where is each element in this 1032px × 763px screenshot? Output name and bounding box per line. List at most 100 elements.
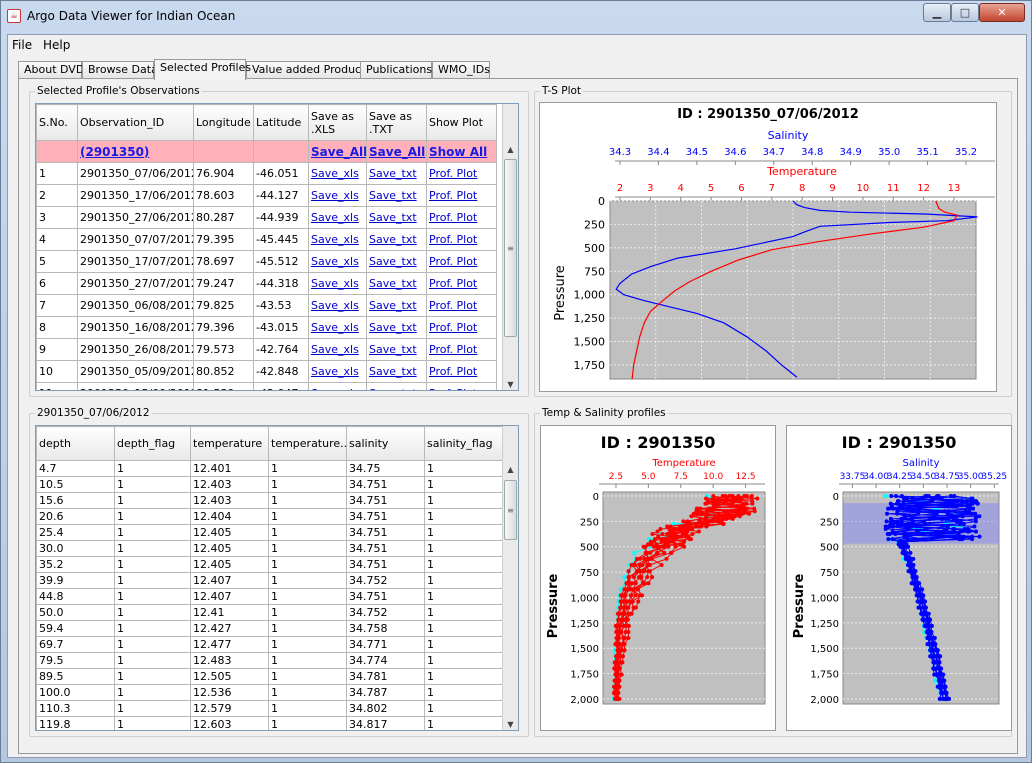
save-txt-link[interactable]: Save_txt — [369, 167, 417, 180]
close-button[interactable]: ✕ — [979, 3, 1025, 22]
detail-table-row[interactable]: 20.6 1 12.404 1 34.751 1 — [36, 508, 503, 525]
save-all-txt-link[interactable]: Save_All — [369, 145, 425, 159]
detail-column-header[interactable]: salinity — [346, 426, 425, 461]
tab-about-dvd[interactable]: About DVD — [18, 61, 84, 79]
detail-column-header[interactable]: temperature — [190, 426, 269, 461]
save-all-xls-link[interactable]: Save_All — [311, 145, 366, 159]
prof-plot-link[interactable]: Prof. Plot — [429, 211, 477, 224]
scroll-up-arrow[interactable]: ▲ — [503, 142, 518, 157]
scroll-down-arrow[interactable]: ▼ — [503, 377, 518, 390]
save-xls-link[interactable]: Save_xls — [311, 365, 359, 378]
detail-table-row[interactable]: 25.4 1 12.405 1 34.751 1 — [36, 524, 503, 541]
obs-table-row[interactable]: 8 2901350_16/08/2012 79.396 -43.015 Save_xls… — [36, 316, 497, 339]
prof-plot-link[interactable]: Prof. Plot — [429, 167, 477, 180]
obs-column-header[interactable]: Observation_ID — [77, 104, 194, 141]
save-xls-link[interactable]: Save_xls — [311, 189, 359, 202]
detail-table-row[interactable]: 59.4 1 12.427 1 34.758 1 — [36, 620, 503, 637]
prof-plot-link[interactable]: Prof. Plot — [429, 233, 477, 246]
scroll-thumb[interactable]: ≡ — [504, 159, 517, 337]
detail-table-row[interactable]: 69.7 1 12.477 1 34.771 1 — [36, 636, 503, 653]
obs-column-header[interactable]: Latitude — [253, 104, 309, 141]
maximize-button[interactable]: □ — [951, 3, 979, 22]
save-txt-link[interactable]: Save_txt — [369, 277, 417, 290]
prof-plot-link[interactable]: Prof. Plot — [429, 189, 477, 202]
menu-file[interactable]: File — [12, 38, 32, 52]
save-xls-link[interactable]: Save_xls — [311, 387, 359, 390]
obs-column-header[interactable]: Save as .TXT — [366, 104, 427, 141]
obs-table-row[interactable]: 112901350_15/09/201281.539-42.047Save_xl… — [36, 382, 497, 390]
detail-table-row[interactable]: 39.9 1 12.407 1 34.752 1 — [36, 572, 503, 589]
detail-scrollbar[interactable]: ▲ ≡ ▼ — [502, 426, 518, 730]
obs-column-header[interactable]: Longitude — [193, 104, 254, 141]
tab-selected-profiles[interactable]: Selected Profiles — [154, 59, 251, 80]
save-xls-link[interactable]: Save_xls — [311, 343, 359, 356]
observations-scrollbar[interactable]: ▲ ≡ ▼ — [502, 104, 518, 390]
obs-table-row[interactable]: 1 2901350_07/06/2012 76.904 -46.051 Save_xls… — [36, 162, 497, 185]
prof-plot-link[interactable]: Prof. Plot — [429, 387, 477, 390]
save-txt-link[interactable]: Save_txt — [369, 343, 417, 356]
obs-table-row[interactable]: 2 2901350_17/06/2012 78.603 -44.127 Save_xls… — [36, 184, 497, 207]
obs-table-row[interactable]: 6 2901350_27/07/2012 79.247 -44.318 Save_xls… — [36, 272, 497, 295]
prof-plot-link[interactable]: Prof. Plot — [429, 277, 477, 290]
tab-value-added-products[interactable]: Value added Products — [246, 61, 371, 79]
detail-table-row[interactable]: 44.8 1 12.407 1 34.751 1 — [36, 588, 503, 605]
obs-table-row[interactable]: 3 2901350_27/06/2012 80.287 -44.939 Save_xls… — [36, 206, 497, 229]
tab-browse-data[interactable]: Browse Data — [82, 61, 158, 79]
obs-column-header[interactable]: Save as .XLS — [308, 104, 367, 141]
save-txt-link[interactable]: Save_txt — [369, 211, 417, 224]
scroll-down-arrow[interactable]: ▼ — [503, 717, 518, 730]
detail-column-header[interactable]: depth_flag — [114, 426, 191, 461]
detail-table-row[interactable]: 10.5 1 12.403 1 34.751 1 — [36, 476, 503, 493]
obs-column-header[interactable]: Show Plot — [426, 104, 497, 141]
save-xls-link[interactable]: Save_xls — [311, 233, 359, 246]
tab-wmo-ids[interactable]: WMO_IDs — [432, 61, 490, 79]
temperature-tick-label: 5 — [708, 183, 714, 194]
detail-table-row[interactable]: 50.0 1 12.41 1 34.752 1 — [36, 604, 503, 621]
detail-column-header[interactable]: depth — [36, 426, 115, 461]
summary-profile-id[interactable]: (2901350) — [80, 145, 149, 159]
minimize-button[interactable]: ▁ — [923, 3, 951, 22]
detail-table-row[interactable]: 89.5 1 12.505 1 34.781 1 — [36, 668, 503, 685]
prof-plot-link[interactable]: Prof. Plot — [429, 321, 477, 334]
save-xls-link[interactable]: Save_xls — [311, 321, 359, 334]
detail-table-row[interactable]: 30.0 1 12.405 1 34.751 1 — [36, 540, 503, 557]
prof-plot-link[interactable]: Prof. Plot — [429, 255, 477, 268]
scroll-thumb[interactable]: ≡ — [504, 480, 517, 540]
scroll-up-arrow[interactable]: ▲ — [503, 462, 518, 477]
save-txt-link[interactable]: Save_txt — [369, 321, 417, 334]
prof-plot-link[interactable]: Prof. Plot — [429, 299, 477, 312]
save-xls-link[interactable]: Save_xls — [311, 211, 359, 224]
tab-publications[interactable]: Publications — [360, 61, 432, 79]
save-txt-link[interactable]: Save_txt — [369, 387, 417, 390]
detail-table-row[interactable]: 35.2 1 12.405 1 34.751 1 — [36, 556, 503, 573]
save-xls-link[interactable]: Save_xls — [311, 299, 359, 312]
save-txt-link[interactable]: Save_txt — [369, 299, 417, 312]
prof-plot-link[interactable]: Prof. Plot — [429, 343, 477, 356]
save-xls-link[interactable]: Save_xls — [311, 277, 359, 290]
save-txt-link[interactable]: Save_txt — [369, 255, 417, 268]
save-txt-link[interactable]: Save_txt — [369, 233, 417, 246]
detail-table-row[interactable]: 15.6 1 12.403 1 34.751 1 — [36, 492, 503, 509]
menu-help[interactable]: Help — [43, 38, 70, 52]
detail-table-row[interactable]: 119.8 1 12.603 1 34.817 1 — [36, 716, 503, 730]
save-txt-link[interactable]: Save_txt — [369, 365, 417, 378]
obs-table-row[interactable]: 10 2901350_05/09/2012 80.852 -42.848 Save_xl… — [36, 360, 497, 383]
obs-table-row[interactable]: 4 2901350_07/07/2012 79.395 -45.445 Save_xls… — [36, 228, 497, 251]
obs-table-row[interactable]: 9 2901350_26/08/2012 79.573 -42.764 Save_xls… — [36, 338, 497, 361]
save-txt-link[interactable]: Save_txt — [369, 189, 417, 202]
obs-table-row[interactable]: 5 2901350_17/07/2012 78.697 -45.512 Save_xls… — [36, 250, 497, 273]
obs-summary-row[interactable]: (2901350) Save_All Save_All Show All — [36, 140, 497, 163]
detail-column-header[interactable]: salinity_flag — [424, 426, 503, 461]
save-xls-link[interactable]: Save_xls — [311, 255, 359, 268]
detail-table-row[interactable]: 4.7 1 12.401 1 34.75 1 — [36, 460, 503, 477]
prof-plot-link[interactable]: Prof. Plot — [429, 365, 477, 378]
detail-column-header[interactable]: temperature... — [268, 426, 347, 461]
title-bar[interactable]: ☕ Argo Data Viewer for Indian Ocean ▁ □ … — [1, 1, 1031, 31]
obs-table-row[interactable]: 7 2901350_06/08/2012 79.825 -43.53 Save_xls S… — [36, 294, 497, 317]
show-all-link[interactable]: Show All — [429, 145, 487, 159]
detail-table-row[interactable]: 110.3 1 12.579 1 34.802 1 — [36, 700, 503, 717]
obs-column-header[interactable]: S.No. — [36, 104, 78, 141]
detail-table-row[interactable]: 79.5 1 12.483 1 34.774 1 — [36, 652, 503, 669]
detail-table-row[interactable]: 100.0 1 12.536 1 34.787 1 — [36, 684, 503, 701]
save-xls-link[interactable]: Save_xls — [311, 167, 359, 180]
